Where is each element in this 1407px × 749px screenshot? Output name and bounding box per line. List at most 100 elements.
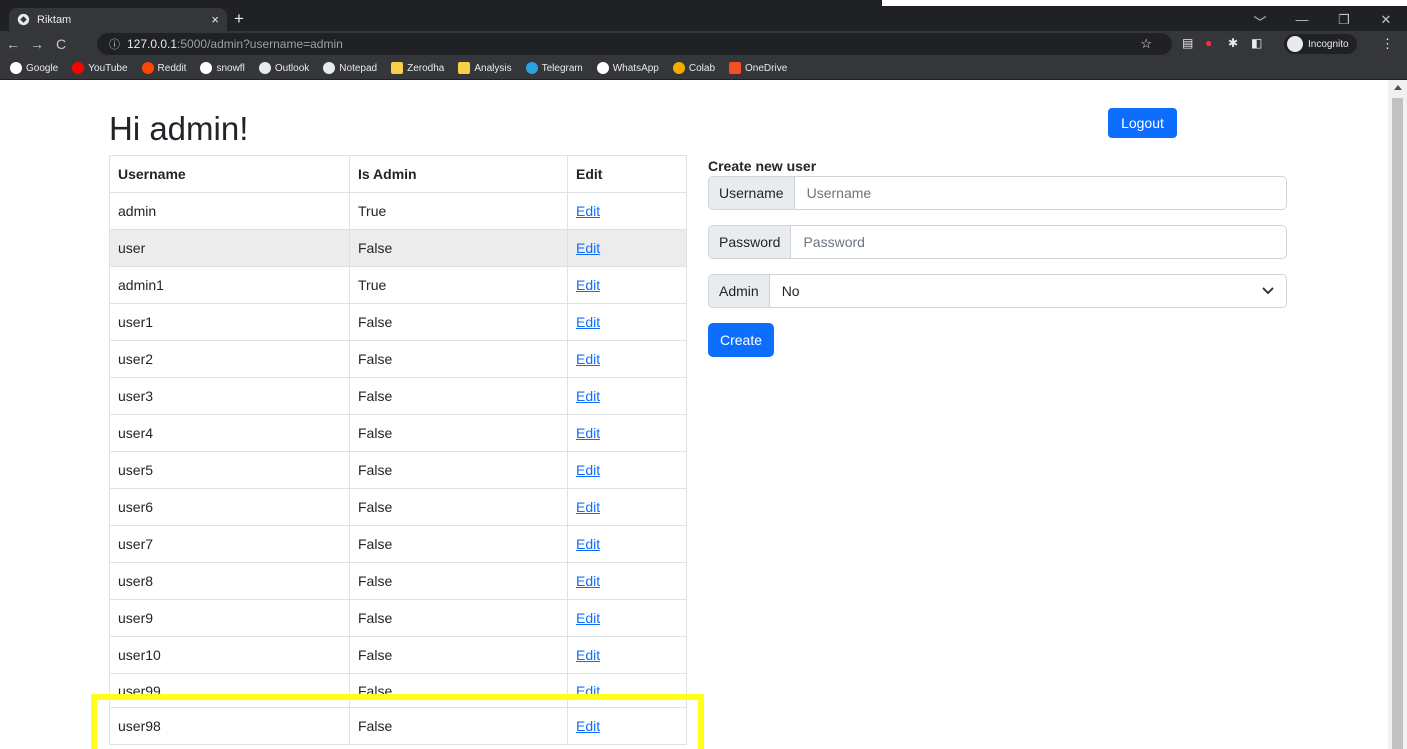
restore-icon[interactable]: ❐ [1323, 12, 1365, 31]
is-admin-cell: False [349, 488, 568, 526]
tab-riktam[interactable]: Riktam × [9, 8, 227, 31]
back-icon[interactable]: ← [2, 36, 24, 52]
address-bar[interactable]: ⓘ 127.0.0.1 :5000/admin?username=admin ☆ [97, 33, 1172, 55]
tab-bar: Riktam × + ﹀ — ❐ ✕ [0, 0, 1407, 31]
table-row: user5 False Edit [109, 451, 687, 489]
edit-link[interactable]: Edit [576, 499, 600, 515]
scrollbar-thumb[interactable] [1392, 98, 1403, 749]
bookmark-reddit[interactable]: Reddit [141, 62, 187, 74]
bookmark-onedrive[interactable]: OneDrive [729, 62, 787, 74]
username-cell: user6 [109, 488, 350, 526]
username-input[interactable] [794, 177, 1286, 209]
bookmark-label: Reddit [157, 62, 187, 74]
edit-link[interactable]: Edit [576, 388, 600, 404]
admin-select[interactable]: No [769, 275, 1286, 307]
edit-cell: Edit [567, 340, 687, 378]
admin-group: Admin No [708, 274, 1287, 308]
edit-cell: Edit [567, 229, 687, 267]
admin-label: Admin [709, 275, 770, 307]
url-host: 127.0.0.1 [127, 37, 178, 51]
table-row: user10 False Edit [109, 636, 687, 674]
bookmark-star-icon[interactable]: ☆ [1140, 36, 1152, 52]
bookmark-whatsapp[interactable]: WhatsApp [596, 62, 659, 74]
extensions-icon[interactable]: ✱ [1228, 36, 1238, 50]
edit-cell: Edit [567, 303, 687, 341]
close-tab-icon[interactable]: × [211, 12, 219, 27]
bookmark-label: Google [26, 62, 59, 74]
column-header-edit: Edit [567, 155, 687, 193]
reader-mode-icon[interactable]: ▤ [1182, 36, 1193, 50]
create-button[interactable]: Create [708, 323, 774, 357]
edit-cell: Edit [567, 562, 687, 600]
bookmark-zerodha[interactable]: Zerodha [391, 62, 444, 74]
incognito-icon [1287, 36, 1303, 52]
bookmark-colab[interactable]: Colab [672, 62, 716, 74]
edit-link[interactable]: Edit [576, 425, 600, 441]
reload-icon[interactable]: C [50, 36, 72, 52]
password-input[interactable] [791, 226, 1286, 258]
bookmark-youtube[interactable]: YouTube [72, 62, 128, 74]
edit-link[interactable]: Edit [576, 647, 600, 663]
page-content: Hi admin! Logout Username Is Admin Edit … [0, 80, 1388, 749]
create-user-form: Create new user Username Password Admin … [708, 158, 1287, 357]
bookmark-label: WhatsApp [612, 62, 659, 74]
bookmark-analysis[interactable]: Analysis [458, 62, 512, 74]
edit-cell: Edit [567, 377, 687, 415]
edit-link[interactable]: Edit [576, 536, 600, 552]
bookmark-notepad[interactable]: Notepad [323, 62, 377, 74]
edit-link[interactable]: Edit [576, 203, 600, 219]
table-row: user2 False Edit [109, 340, 687, 378]
incognito-badge[interactable]: Incognito [1284, 34, 1357, 54]
edit-link[interactable]: Edit [576, 573, 600, 589]
new-tab-button[interactable]: + [234, 10, 244, 27]
bookmark-outlook[interactable]: Outlook [258, 62, 309, 74]
username-cell: user9 [109, 599, 350, 637]
is-admin-cell: False [349, 414, 568, 452]
username-cell: user10 [109, 636, 350, 674]
is-admin-cell: False [349, 303, 568, 341]
is-admin-cell: False [349, 229, 568, 267]
edit-cell: Edit [567, 414, 687, 452]
globe-icon [17, 13, 30, 26]
side-panel-icon[interactable]: ◧ [1251, 36, 1262, 50]
forward-icon[interactable]: → [26, 36, 48, 52]
username-cell: admin [109, 192, 350, 230]
is-admin-cell: False [349, 562, 568, 600]
edit-link[interactable]: Edit [576, 314, 600, 330]
edit-cell: Edit [567, 451, 687, 489]
username-label: Username [709, 177, 795, 209]
edit-link[interactable]: Edit [576, 610, 600, 626]
password-label: Password [709, 226, 792, 258]
is-admin-cell: True [349, 266, 568, 304]
bookmark-telegram[interactable]: Telegram [525, 62, 583, 74]
tab-title: Riktam [37, 13, 72, 26]
site-info-icon[interactable]: ⓘ [109, 36, 120, 52]
scroll-up-icon[interactable] [1394, 85, 1402, 90]
menu-icon[interactable]: ⋮ [1381, 36, 1394, 52]
table-row: admin1 True Edit [109, 266, 687, 304]
window-controls: ﹀ — ❐ ✕ [1239, 12, 1407, 31]
edit-link[interactable]: Edit [576, 351, 600, 367]
page-scrollbar[interactable] [1388, 80, 1407, 749]
chevron-down-icon [1262, 287, 1274, 295]
password-group: Password [708, 225, 1287, 259]
bookmark-google[interactable]: Google [10, 62, 58, 74]
minimize-icon[interactable]: — [1281, 12, 1323, 31]
bookmark-snowfl[interactable]: snowfl [200, 62, 245, 74]
bookmark-label: Colab [688, 62, 716, 74]
ublock-icon[interactable]: ● [1205, 36, 1212, 50]
table-row: user4 False Edit [109, 414, 687, 452]
admin-select-value: No [781, 283, 800, 299]
edit-link[interactable]: Edit [576, 240, 600, 256]
tab-search-icon[interactable]: ﹀ [1239, 12, 1281, 31]
edit-cell: Edit [567, 599, 687, 637]
close-window-icon[interactable]: ✕ [1365, 12, 1407, 31]
form-title: Create new user [708, 158, 817, 174]
username-cell: user4 [109, 414, 350, 452]
username-group: Username [708, 176, 1287, 210]
bookmark-label: Telegram [541, 62, 583, 74]
edit-link[interactable]: Edit [576, 277, 600, 293]
bookmark-icon [200, 62, 213, 74]
edit-link[interactable]: Edit [576, 462, 600, 478]
logout-button[interactable]: Logout [1108, 108, 1177, 138]
